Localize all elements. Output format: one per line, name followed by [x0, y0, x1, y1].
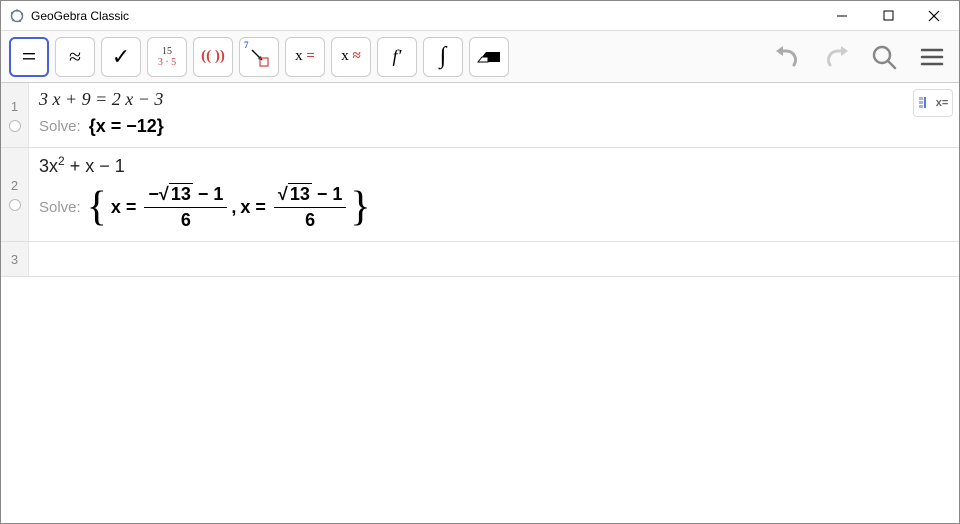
solve-numeric-icon: x ≈: [341, 48, 360, 65]
tool-expand[interactable]: (( )): [193, 37, 233, 77]
toolbar-right: [769, 38, 951, 76]
visibility-toggle[interactable]: [9, 120, 21, 132]
app-icon: [9, 8, 25, 24]
cas-view: 1 3 x + 9 = 2 x − 3 Solve: {x = −12} 2 3…: [1, 83, 959, 523]
row-marker[interactable]: 1: [1, 83, 29, 147]
visibility-toggle[interactable]: [9, 199, 21, 211]
substitute-icon: [248, 46, 270, 68]
cas-row[interactable]: 3: [1, 242, 959, 277]
solution-output: {x = −12}: [89, 116, 164, 137]
minimize-button[interactable]: [819, 1, 865, 31]
parens-icon: (( )): [201, 48, 225, 65]
integral-icon: ∫: [440, 43, 447, 70]
search-button[interactable]: [865, 38, 903, 76]
cas-row[interactable]: 1 3 x + 9 = 2 x − 3 Solve: {x = −12}: [1, 83, 959, 148]
menu-button[interactable]: [913, 38, 951, 76]
row-index: 1: [11, 99, 18, 114]
titlebar: GeoGebra Classic: [1, 1, 959, 31]
redo-button[interactable]: [817, 38, 855, 76]
tool-integral[interactable]: ∫: [423, 37, 463, 77]
approx-icon: ≈: [69, 44, 81, 70]
row-index: 3: [11, 252, 18, 267]
equals-icon: =: [22, 42, 37, 72]
undo-button[interactable]: [769, 38, 807, 76]
view-switcher[interactable]: x=: [913, 89, 953, 117]
window-controls: [819, 1, 957, 31]
tool-delete[interactable]: [469, 37, 509, 77]
input-expression[interactable]: 3 x + 9 = 2 x − 3: [39, 89, 949, 110]
cas-view-icon: [918, 96, 934, 110]
factor-icon: 15 3 · 5: [158, 46, 176, 68]
derivative-icon: f′: [393, 46, 402, 67]
tool-factor[interactable]: 15 3 · 5: [147, 37, 187, 77]
maximize-button[interactable]: [865, 1, 911, 31]
toolbar: = ≈ ✓ 15 3 · 5 (( )) 7 x = x ≈ f′ ∫: [1, 31, 959, 83]
tool-substitute[interactable]: 7: [239, 37, 279, 77]
window-title: GeoGebra Classic: [31, 9, 819, 23]
input-expression[interactable]: [29, 242, 959, 276]
tool-evaluate[interactable]: =: [9, 37, 49, 77]
check-icon: ✓: [112, 44, 130, 70]
close-button[interactable]: [911, 1, 957, 31]
tool-solve-numeric[interactable]: x ≈: [331, 37, 371, 77]
solve-label: Solve:: [39, 118, 81, 135]
solve-label: Solve:: [39, 199, 81, 216]
solve-icon: x =: [295, 48, 315, 65]
eraser-icon: [476, 48, 502, 66]
cas-row[interactable]: 2 3x2 + x − 1 Solve: { x = −13 − 1: [1, 148, 959, 242]
solution-output: Solve: { x = −13 − 1 6 , x =: [39, 183, 949, 231]
tool-solve[interactable]: x =: [285, 37, 325, 77]
row-marker[interactable]: 2: [1, 148, 29, 241]
row-index: 2: [11, 178, 18, 193]
row-marker[interactable]: 3: [1, 242, 29, 276]
tool-keep-input[interactable]: ✓: [101, 37, 141, 77]
input-expression[interactable]: 3x2 + x − 1: [39, 154, 949, 177]
tool-numeric[interactable]: ≈: [55, 37, 95, 77]
tool-derivative[interactable]: f′: [377, 37, 417, 77]
